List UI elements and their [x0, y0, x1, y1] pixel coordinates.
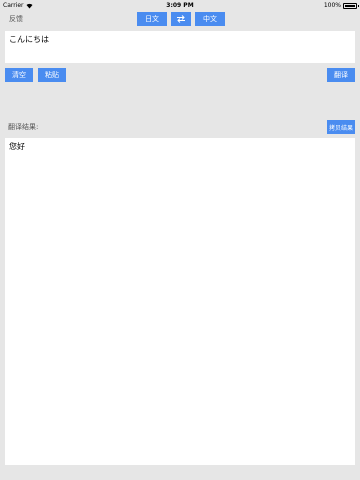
swap-arrows-icon — [177, 15, 185, 23]
result-label: 翻译结果: — [8, 123, 39, 131]
source-text-input[interactable]: こんにちは — [5, 31, 355, 63]
battery-percent: 100% — [323, 2, 341, 9]
clear-button[interactable]: 清空 — [5, 68, 33, 82]
feedback-link[interactable]: 反馈 — [9, 14, 23, 24]
translate-button[interactable]: 翻译 — [327, 68, 355, 82]
swap-languages-button[interactable] — [171, 12, 191, 26]
status-right: 100% — [323, 0, 359, 11]
status-time: 3:09 PM — [166, 2, 194, 9]
result-text-area[interactable]: 您好 — [5, 138, 355, 465]
paste-button[interactable]: 粘贴 — [38, 68, 66, 82]
copy-result-button[interactable]: 拷贝结果 — [327, 120, 355, 134]
source-language-button[interactable]: 日文 — [137, 12, 167, 26]
status-bar: Carrier 3:09 PM 100% — [0, 0, 360, 11]
battery-icon — [343, 2, 359, 9]
target-language-button[interactable]: 中文 — [195, 12, 225, 26]
language-selector: 日文 中文 — [137, 12, 225, 26]
